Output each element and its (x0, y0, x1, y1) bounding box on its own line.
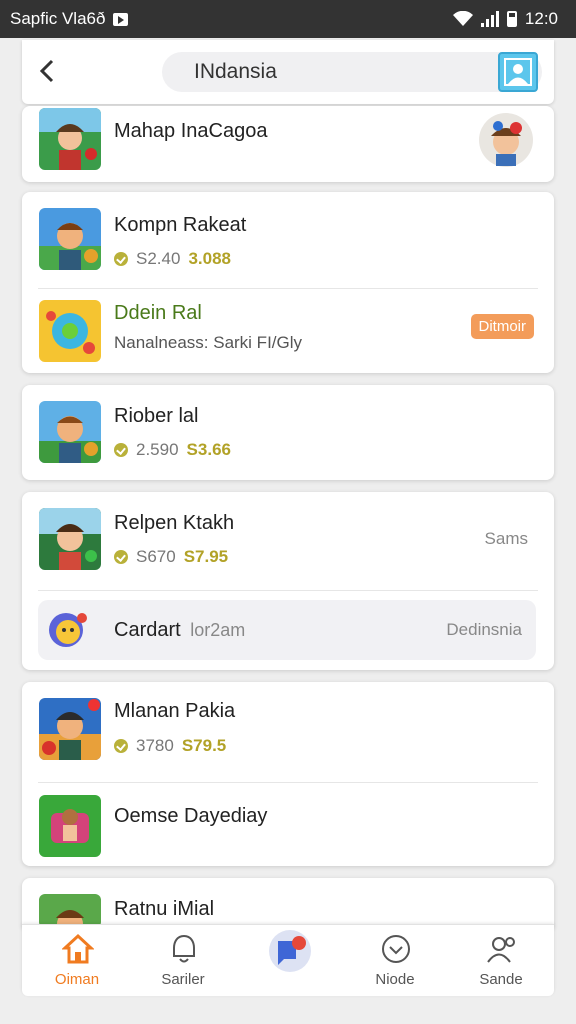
price-old: 3780 (136, 736, 174, 755)
nav-label: Oiman (54, 971, 100, 988)
list-item[interactable]: Mlanan Pakia 3780 S79.5 (22, 682, 554, 782)
price-old: S670 (136, 547, 176, 566)
nav-item-notifications[interactable]: Sariler (138, 933, 228, 993)
check-coin-icon (114, 252, 128, 266)
play-icon (113, 12, 129, 26)
divider (38, 590, 538, 591)
people-icon (487, 937, 515, 963)
list-item[interactable]: Riober lal 2.590 S3.66 (22, 385, 554, 480)
list-item[interactable]: Ddein Ral Nanalneass: Sarki FI/Gly Ditmo… (22, 289, 554, 373)
price-new: S79.5 (181, 736, 227, 755)
app-card: Relpen Ktakh S670 S7.95 Sams Cardart lor… (22, 492, 554, 670)
status-app-text: Sapfic Vla6ð (10, 9, 106, 28)
price: 2.590 S3.66 (114, 440, 231, 460)
status-bar: Sapfic Vla6ð 12:0 (0, 0, 576, 38)
list-item[interactable]: Mahap InaCagoa (22, 106, 554, 182)
row-right-label: Dedinsnia (446, 620, 522, 639)
nav-item-favorites[interactable]: Niode (350, 933, 440, 993)
top-bar: INdansia (22, 40, 554, 104)
chat-icon (269, 930, 311, 972)
bell-icon (173, 934, 195, 963)
list-item[interactable]: Oemse Dayediay (22, 783, 554, 866)
check-coin-icon (114, 443, 128, 457)
home-icon (62, 933, 94, 964)
app-icon (39, 795, 101, 857)
search-input[interactable]: INdansia (162, 52, 542, 92)
app-card: Kompn Rakeat S2.40 3.088 Ddein Ral Nanal… (22, 192, 554, 373)
nav-item-home[interactable]: Oiman (32, 933, 122, 993)
app-icon (39, 108, 101, 170)
signal-icon (480, 11, 499, 27)
app-title: Ratnu iMial (114, 898, 215, 920)
battery-icon (506, 11, 517, 27)
price: S670 S7.95 (114, 547, 228, 567)
app-icon (39, 208, 101, 270)
list-item[interactable]: Kompn Rakeat S2.40 3.088 (22, 192, 554, 288)
app-title: Mlanan Pakia (114, 700, 236, 722)
nav-label: Sande (479, 971, 523, 988)
price-old: 2.590 (136, 440, 179, 459)
status-time: 12:0 (524, 9, 558, 28)
price-new: S3.66 (186, 440, 231, 459)
app-title: Riober lal (114, 405, 199, 427)
app-subtitle: Nanalneass: Sarki FI/Gly (114, 333, 303, 352)
person-icon (504, 58, 532, 86)
price-new: S7.95 (183, 547, 229, 566)
list-item[interactable]: Relpen Ktakh S670 S7.95 Sams (22, 492, 554, 590)
app-title: Oemse Dayediay (114, 805, 268, 827)
price-old: S2.40 (136, 249, 181, 268)
nav-item-people[interactable]: Sande (456, 933, 546, 993)
list-item[interactable]: Ratnu iMial (22, 878, 554, 928)
row-title-group: Cardart lor2am (114, 619, 245, 642)
bottom-nav: Oiman Sariler Niode Sande (22, 924, 554, 996)
app-icon (39, 401, 101, 463)
price-new: 3.088 (188, 249, 231, 268)
app-card: Mahap InaCagoa (22, 106, 554, 182)
app-icon (39, 698, 101, 760)
heart-icon (382, 935, 410, 963)
wifi-icon (452, 11, 473, 26)
app-title-suffix: lor2am (190, 620, 246, 640)
app-title: Ddein Ral (114, 302, 202, 324)
app-card: Riober lal 2.590 S3.66 (22, 385, 554, 480)
avatar (479, 113, 533, 167)
price: 3780 S79.5 (114, 736, 226, 756)
app-title: Mahap InaCagoa (114, 120, 268, 142)
check-coin-icon (114, 550, 128, 564)
status-badge[interactable]: Ditmoir (470, 314, 534, 339)
price: S2.40 3.088 (114, 249, 231, 269)
nav-item-chat[interactable] (244, 930, 334, 993)
row-right-label: Sams (484, 529, 528, 548)
app-icon (39, 894, 101, 928)
back-arrow-icon[interactable] (36, 56, 64, 88)
app-title: Kompn Rakeat (114, 214, 247, 236)
search-value: INdansia (194, 60, 277, 83)
profile-button[interactable] (498, 52, 538, 92)
app-card: Mlanan Pakia 3780 S79.5 Oemse Dayediay (22, 682, 554, 866)
list-item[interactable]: Cardart lor2am Dedinsnia (38, 600, 536, 660)
app-title: Cardart (114, 619, 181, 641)
nav-label: Niode (375, 971, 415, 988)
app-icon (49, 613, 87, 647)
app-icon (39, 508, 101, 570)
nav-label: Sariler (161, 971, 205, 988)
app-icon (39, 300, 101, 362)
app-card: Ratnu iMial (22, 878, 554, 928)
app-title: Relpen Ktakh (114, 512, 235, 534)
check-coin-icon (114, 739, 128, 753)
